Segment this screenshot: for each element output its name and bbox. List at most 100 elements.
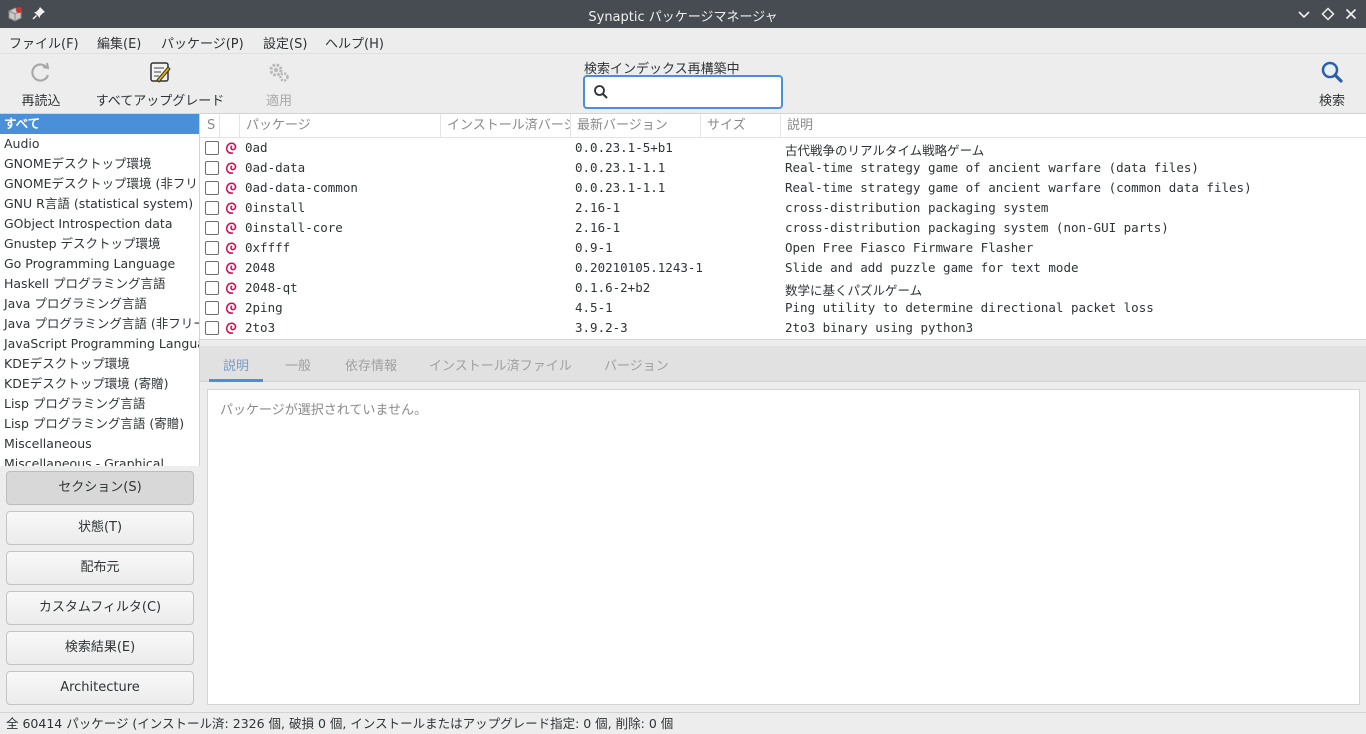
search-results-filter-button[interactable]: 検索結果(E) (6, 631, 194, 665)
column-description[interactable]: 説明 (781, 114, 1366, 138)
package-row[interactable]: 0ad 0.0.23.1-5+b1 古代戦争のリアルタイム戦略ゲーム (200, 138, 1366, 158)
package-checkbox[interactable] (205, 221, 219, 235)
package-row[interactable]: 2048 0.20210105.1243-1 Slide and add puzzl… (200, 258, 1366, 278)
package-name: 2048 (245, 260, 276, 275)
section-item[interactable]: KDEデスクトップ環境 (寄贈) (0, 374, 199, 394)
package-checkbox[interactable] (205, 181, 219, 195)
column-status[interactable]: S (200, 114, 220, 138)
section-item[interactable]: Gnustep デスクトップ環境 (0, 234, 199, 254)
upgrade-all-button[interactable]: すべてアップグレード (92, 60, 228, 109)
section-item[interactable]: Go Programming Language (0, 254, 199, 274)
menu-edit[interactable]: 編集(E) (97, 33, 141, 52)
package-row[interactable]: 2048-qt 0.1.6-2+b2 数学に基くパズルゲーム (200, 278, 1366, 298)
menu-file[interactable]: ファイル(F) (9, 33, 79, 52)
package-table-header: S パッケージ インストール済バージョン 最新バージョン サイズ 説明 (200, 114, 1366, 138)
debian-swirl-icon (226, 162, 237, 174)
tab-dependencies[interactable]: 依存情報 (345, 355, 397, 374)
tab-general[interactable]: 一般 (285, 355, 311, 374)
package-checkbox[interactable] (205, 261, 219, 275)
package-checkbox[interactable] (205, 241, 219, 255)
search-button[interactable]: 検索 (1312, 60, 1352, 109)
package-description: 2to3 binary using python3 (785, 320, 974, 335)
package-row[interactable]: 0ad-data 0.0.23.1-1.1 Real-time strategy g… (200, 158, 1366, 178)
column-support[interactable] (220, 114, 240, 138)
package-table: S パッケージ インストール済バージョン 最新バージョン サイズ 説明 0ad0… (200, 114, 1366, 340)
column-installed-version[interactable]: インストール済バージョン (441, 114, 571, 138)
reload-button[interactable]: 再読込 (16, 60, 66, 109)
debian-swirl-icon (226, 282, 237, 294)
status-filter-button[interactable]: 状態(T) (6, 511, 194, 545)
section-item[interactable]: Lisp プログラミング言語 (寄贈) (0, 414, 199, 434)
section-item[interactable]: Audio (0, 134, 199, 154)
details-tab-bar: 説明 一般 依存情報 インストール済ファイル バージョン (200, 346, 1366, 382)
package-checkbox[interactable] (205, 161, 219, 175)
debian-swirl-icon (226, 262, 237, 274)
filter-button-panel: セクション(S) 状態(T) 配布元カスタムフィルタ(C) 検索結果(E) Archit… (0, 466, 200, 712)
package-latest-version: 0.0.23.1-1.1 (575, 160, 666, 175)
package-latest-version: 2.16-1 (575, 200, 621, 215)
package-latest-version: 3.9.2-3 (575, 320, 628, 335)
column-package[interactable]: パッケージ (240, 114, 441, 138)
section-item[interactable]: Java プログラミング言語 (0, 294, 199, 314)
section-item[interactable]: Miscellaneous - Graphical (0, 454, 199, 466)
tab-installed-files[interactable]: インストール済ファイル (429, 355, 572, 374)
section-item[interactable]: GObject Introspection data (0, 214, 199, 234)
tab-versions[interactable]: バージョン (604, 355, 669, 374)
package-row[interactable]: 0install-core 2.16-1 cross-distribution pa… (200, 218, 1366, 238)
package-row[interactable]: 0install 2.16-1 cross-distribution packagi… (200, 198, 1366, 218)
debian-swirl-icon (226, 302, 237, 314)
package-checkbox[interactable] (205, 141, 219, 155)
close-icon[interactable] (1343, 6, 1359, 22)
package-row[interactable]: 2to3 3.9.2-3 2to3 binary using python3 (200, 318, 1366, 338)
minimize-icon[interactable] (1296, 6, 1312, 22)
menu-help[interactable]: ヘルプ(H) (325, 33, 384, 52)
package-description: cross-distribution packaging system (785, 200, 1049, 215)
debian-swirl-icon (226, 222, 237, 234)
origin-filter-button[interactable]: 配布元 (6, 551, 194, 585)
package-latest-version: 2.16-1 (575, 220, 621, 235)
package-checkbox[interactable] (205, 301, 219, 315)
upgrade-all-label: すべてアップグレード (95, 94, 225, 109)
package-name: 2ping (245, 300, 283, 315)
menu-bar: ファイル(F) 編集(E) パッケージ(P) 設定(S) ヘルプ(H) (0, 28, 1366, 54)
search-button-label: 検索 (1318, 94, 1345, 109)
apply-label: 適用 (265, 94, 292, 109)
package-checkbox[interactable] (205, 281, 219, 295)
apply-button[interactable]: 適用 (256, 60, 302, 109)
section-item[interactable]: JavaScript Programming Language (0, 334, 199, 354)
menu-package[interactable]: パッケージ(P) (161, 33, 244, 52)
section-item[interactable]: Java プログラミング言語 (非フリー) (0, 314, 199, 334)
section-item[interactable]: Haskell プログラミング言語 (0, 274, 199, 294)
section-item[interactable]: KDEデスクトップ環境 (0, 354, 199, 374)
package-checkbox[interactable] (205, 321, 219, 335)
details-panel: 説明 一般 依存情報 インストール済ファイル バージョン パッケージが選択されて… (200, 346, 1366, 712)
section-item[interactable]: GNU R言語 (statistical system) (0, 194, 199, 214)
maximize-icon[interactable] (1320, 6, 1336, 22)
column-size[interactable]: サイズ (701, 114, 781, 138)
section-item[interactable]: GNOMEデスクトップ環境 (0, 154, 199, 174)
search-field[interactable] (583, 75, 783, 109)
column-latest-version[interactable]: 最新バージョン (571, 114, 701, 138)
package-row[interactable]: 0ad-data-common 0.0.23.1-1.1 Real-time str… (200, 178, 1366, 198)
package-row[interactable]: 0xffff 0.9-1 Open Free Fiasco Firmware Fla… (200, 238, 1366, 258)
search-input[interactable] (613, 82, 773, 102)
package-description: Real-time strategy game of ancient warfa… (785, 160, 1199, 175)
sections-filter-button[interactable]: セクション(S) (6, 471, 194, 505)
package-name: 0ad-data-common (245, 180, 358, 195)
tab-description[interactable]: 説明 (223, 355, 249, 374)
section-item[interactable]: GNOMEデスクトップ環境 (非フリー) (0, 174, 199, 194)
section-item[interactable]: すべて (0, 114, 199, 134)
architecture-filter-button[interactable]: Architecture (6, 671, 194, 705)
custom-filter-button[interactable]: カスタムフィルタ(C) (6, 591, 194, 625)
package-row[interactable]: 2ping 4.5-1 Ping utility to determine dire… (200, 298, 1366, 318)
menu-settings[interactable]: 設定(S) (263, 33, 307, 52)
package-checkbox[interactable] (205, 201, 219, 215)
package-name: 0xffff (245, 240, 291, 255)
package-latest-version: 0.9-1 (575, 240, 613, 255)
search-icon (594, 85, 608, 99)
section-item[interactable]: Miscellaneous (0, 434, 199, 454)
section-item[interactable]: Lisp プログラミング言語 (0, 394, 199, 414)
package-description: Slide and add puzzle game for text mode (785, 260, 1079, 275)
package-description: 数学に基くパズルゲーム (785, 283, 923, 298)
title-bar: Synaptic パッケージマネージャ (0, 0, 1366, 28)
